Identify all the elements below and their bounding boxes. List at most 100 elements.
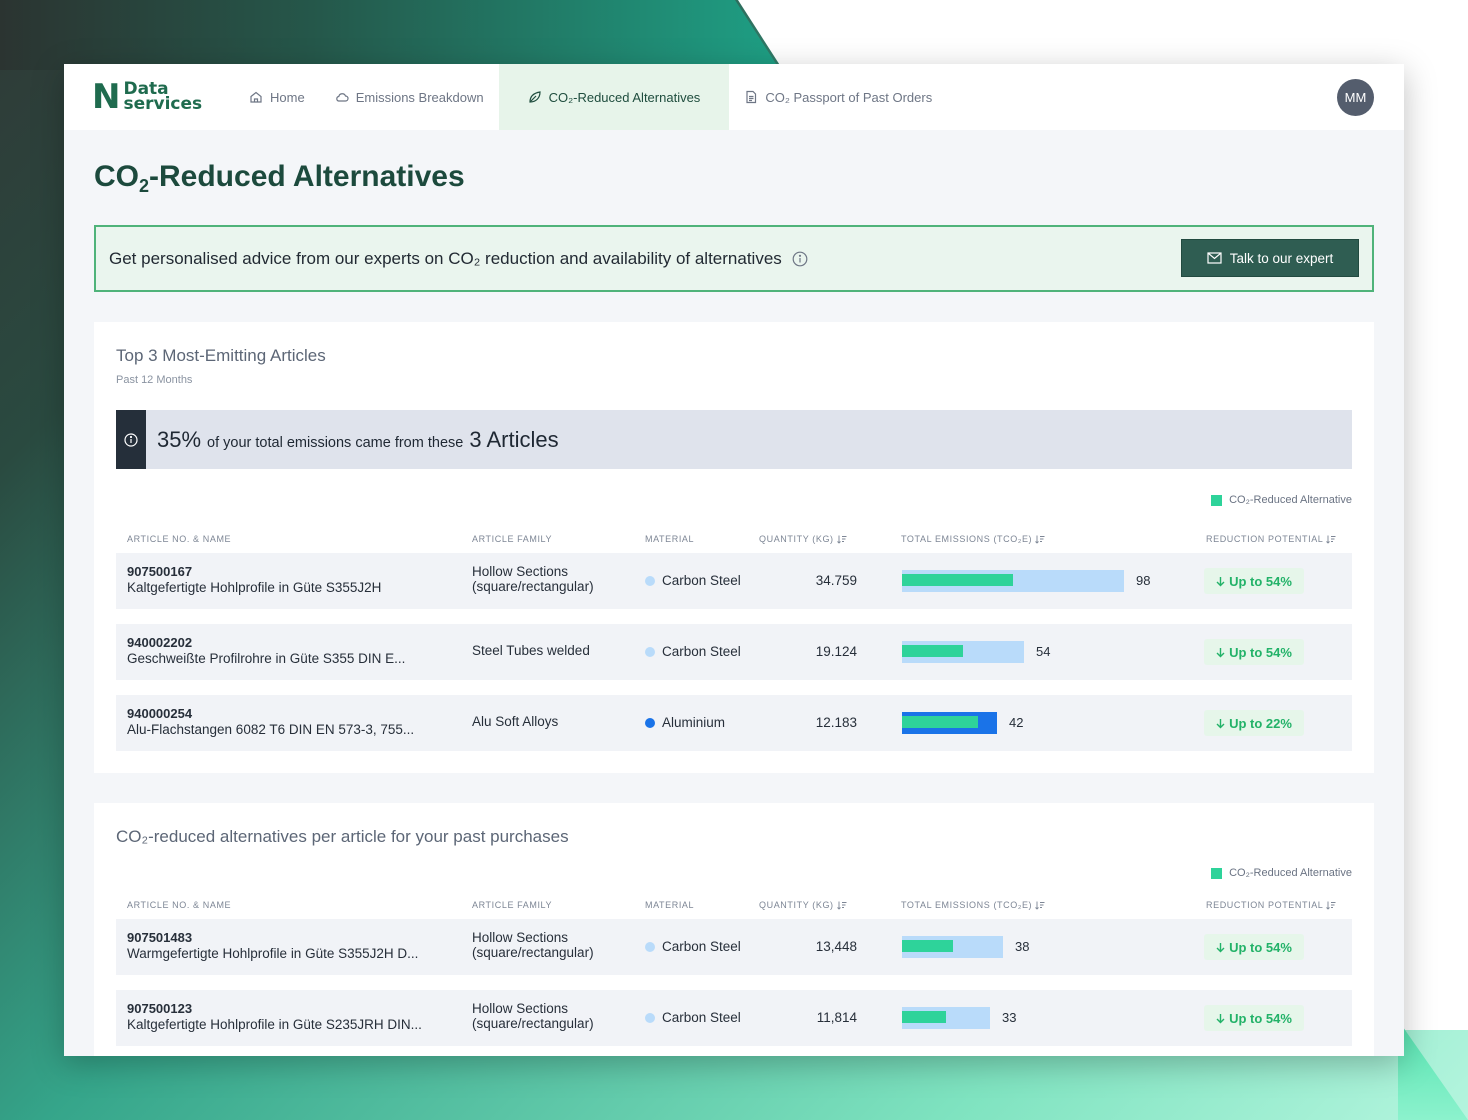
banner-percentage: 35% bbox=[157, 426, 202, 452]
document-icon bbox=[746, 90, 757, 104]
nav-emissions-breakdown[interactable]: Emissions Breakdown bbox=[320, 64, 499, 130]
material-label: Aluminium bbox=[662, 715, 726, 730]
article-family-detail: (square/rectangular) bbox=[472, 579, 594, 594]
legend-swatch bbox=[1211, 867, 1223, 879]
talk-to-expert-button[interactable]: Talk to our expert bbox=[1181, 239, 1359, 277]
table-row[interactable]: 940002202 Geschweißte Profilrohre in Güte… bbox=[116, 624, 1352, 680]
card-subtitle: Past 12 Months bbox=[116, 374, 193, 386]
reduction-potential-label: Up to 54% bbox=[1229, 644, 1292, 660]
material-dot bbox=[645, 1012, 655, 1023]
material-cell: Carbon Steel bbox=[645, 644, 741, 659]
sort-icon[interactable] bbox=[1035, 535, 1045, 544]
article-family: Hollow Sections bbox=[472, 1001, 569, 1016]
header-material: MATERIAL bbox=[645, 534, 694, 544]
nav-alternatives-label: CO₂-Reduced Alternatives bbox=[548, 89, 701, 105]
header-material-label: MATERIAL bbox=[645, 534, 695, 544]
emissions-bar: 54 bbox=[902, 641, 1064, 663]
reduction-potential-badge[interactable]: Up to 54% bbox=[1204, 1005, 1304, 1031]
nav-home[interactable]: Home bbox=[234, 64, 320, 130]
mail-icon bbox=[1207, 252, 1222, 264]
emissions-value: 98 bbox=[1136, 573, 1151, 588]
header-article-label: ARTICLE NO. & NAME bbox=[127, 534, 232, 544]
header-family-label: ARTICLE FAMILY bbox=[472, 900, 553, 910]
reduction-potential-label: Up to 22% bbox=[1229, 715, 1292, 731]
arrow-down-icon bbox=[1216, 647, 1225, 657]
header-family-label: ARTICLE FAMILY bbox=[472, 534, 553, 544]
background-top-band bbox=[0, 0, 780, 70]
legend-swatch bbox=[1211, 494, 1223, 506]
banner-article-count: 3 Articles bbox=[469, 426, 559, 452]
header-reduction[interactable]: REDUCTION POTENTIAL bbox=[1206, 900, 1336, 910]
article-number: 940002202 bbox=[127, 635, 193, 650]
emissions-bar: 98 bbox=[902, 570, 1164, 592]
reduction-potential-label: Up to 54% bbox=[1229, 1010, 1292, 1026]
family-cell: Alu Soft Alloys bbox=[472, 714, 558, 729]
table-row[interactable]: 907501483 Warmgefertigte Hohlprofile in G… bbox=[116, 919, 1352, 975]
header-quantity[interactable]: QUANTITY (KG) bbox=[759, 534, 847, 544]
user-avatar[interactable]: MM bbox=[1337, 79, 1374, 116]
reduction-potential-badge[interactable]: Up to 22% bbox=[1204, 710, 1304, 736]
quantity-value: 34.759 bbox=[815, 573, 857, 588]
banner-description: of your total emissions came from these bbox=[207, 434, 464, 451]
arrow-down-icon bbox=[1216, 1013, 1225, 1023]
brand-logo[interactable]: N Data services bbox=[92, 80, 234, 114]
reduced-alternative-bar bbox=[902, 716, 978, 728]
family-cell: Hollow Sections (square/rectangular) bbox=[472, 930, 594, 960]
sort-icon[interactable] bbox=[836, 535, 847, 544]
reduction-potential-badge[interactable]: Up to 54% bbox=[1204, 934, 1304, 960]
emissions-bar: 38 bbox=[902, 936, 1043, 958]
nav-co2-passport[interactable]: CO₂ Passport of Past Orders bbox=[729, 64, 947, 130]
table-row[interactable]: 940000254 Alu-Flachstangen 6082 T6 DIN EN… bbox=[116, 695, 1352, 751]
reduced-alternative-bar bbox=[902, 574, 1013, 586]
quantity-value: 13,448 bbox=[815, 939, 857, 954]
header-reduction[interactable]: REDUCTION POTENTIAL bbox=[1206, 534, 1336, 544]
background-right-white bbox=[1398, 60, 1468, 1030]
sort-icon[interactable] bbox=[1326, 901, 1336, 910]
legend-label: CO₂-Reduced Alternative bbox=[1229, 494, 1352, 506]
article-name: Kaltgefertigte Hohlprofile in Güte S355J… bbox=[127, 580, 382, 595]
reduction-potential-badge[interactable]: Up to 54% bbox=[1204, 568, 1304, 594]
article-name: Warmgefertigte Hohlprofile in Güte S355J… bbox=[127, 946, 419, 961]
article-family-detail: (square/rectangular) bbox=[472, 945, 594, 960]
emissions-value: 33 bbox=[1002, 1010, 1017, 1025]
legend-label: CO₂-Reduced Alternative bbox=[1229, 867, 1352, 879]
nav-co2-reduced-alternatives[interactable]: CO₂-Reduced Alternatives bbox=[498, 64, 730, 130]
home-icon bbox=[250, 91, 262, 103]
page-title-subscript: 2 bbox=[139, 176, 150, 196]
info-icon[interactable] bbox=[792, 251, 808, 267]
table-row[interactable]: 907500167 Kaltgefertigte Hohlprofile in G… bbox=[116, 553, 1352, 609]
logo-letter: N bbox=[92, 77, 121, 117]
background-top-white bbox=[738, 0, 1468, 70]
emissions-value: 38 bbox=[1015, 939, 1030, 954]
nav-emissions-label: Emissions Breakdown bbox=[355, 89, 484, 105]
header-emissions[interactable]: TOTAL EMISSIONS (TCO₂E) bbox=[901, 534, 1045, 544]
article-family: Hollow Sections bbox=[472, 564, 569, 579]
top-navigation: N Data services Home Emissions Breakdown… bbox=[64, 64, 1404, 130]
header-article: ARTICLE NO. & NAME bbox=[127, 534, 231, 544]
header-reduction-label: REDUCTION POTENTIAL bbox=[1206, 534, 1324, 544]
header-article-label: ARTICLE NO. & NAME bbox=[127, 900, 232, 910]
header-quantity-label: QUANTITY (KG) bbox=[759, 534, 834, 544]
material-label: Carbon Steel bbox=[662, 573, 741, 588]
material-cell: Aluminium bbox=[645, 715, 725, 730]
banner-text: 35% of your total emissions came from th… bbox=[157, 427, 559, 453]
emissions-value: 42 bbox=[1009, 715, 1024, 730]
cloud-icon bbox=[335, 93, 349, 102]
info-icon bbox=[124, 432, 138, 447]
article-number: 940000254 bbox=[127, 706, 193, 721]
table-row[interactable]: 907500123 Kaltgefertigte Hohlprofile in G… bbox=[116, 990, 1352, 1046]
material-dot bbox=[645, 941, 655, 952]
sort-icon[interactable] bbox=[1035, 901, 1045, 910]
article-family-detail: (square/rectangular) bbox=[472, 1016, 594, 1031]
table-header: ARTICLE NO. & NAME ARTICLE FAMILY MATERIAL… bbox=[116, 530, 1352, 550]
sort-icon[interactable] bbox=[836, 901, 847, 910]
article-name: Kaltgefertigte Hohlprofile in Güte S235J… bbox=[127, 1017, 422, 1032]
reduction-potential-badge[interactable]: Up to 54% bbox=[1204, 639, 1304, 665]
material-dot bbox=[645, 717, 655, 728]
sort-icon[interactable] bbox=[1326, 535, 1336, 544]
header-quantity[interactable]: QUANTITY (KG) bbox=[759, 900, 847, 910]
chart-legend: CO₂-Reduced Alternative bbox=[1211, 494, 1352, 506]
reduced-alternative-bar bbox=[902, 645, 963, 657]
header-material: MATERIAL bbox=[645, 900, 694, 910]
header-emissions[interactable]: TOTAL EMISSIONS (TCO₂E) bbox=[901, 900, 1045, 910]
